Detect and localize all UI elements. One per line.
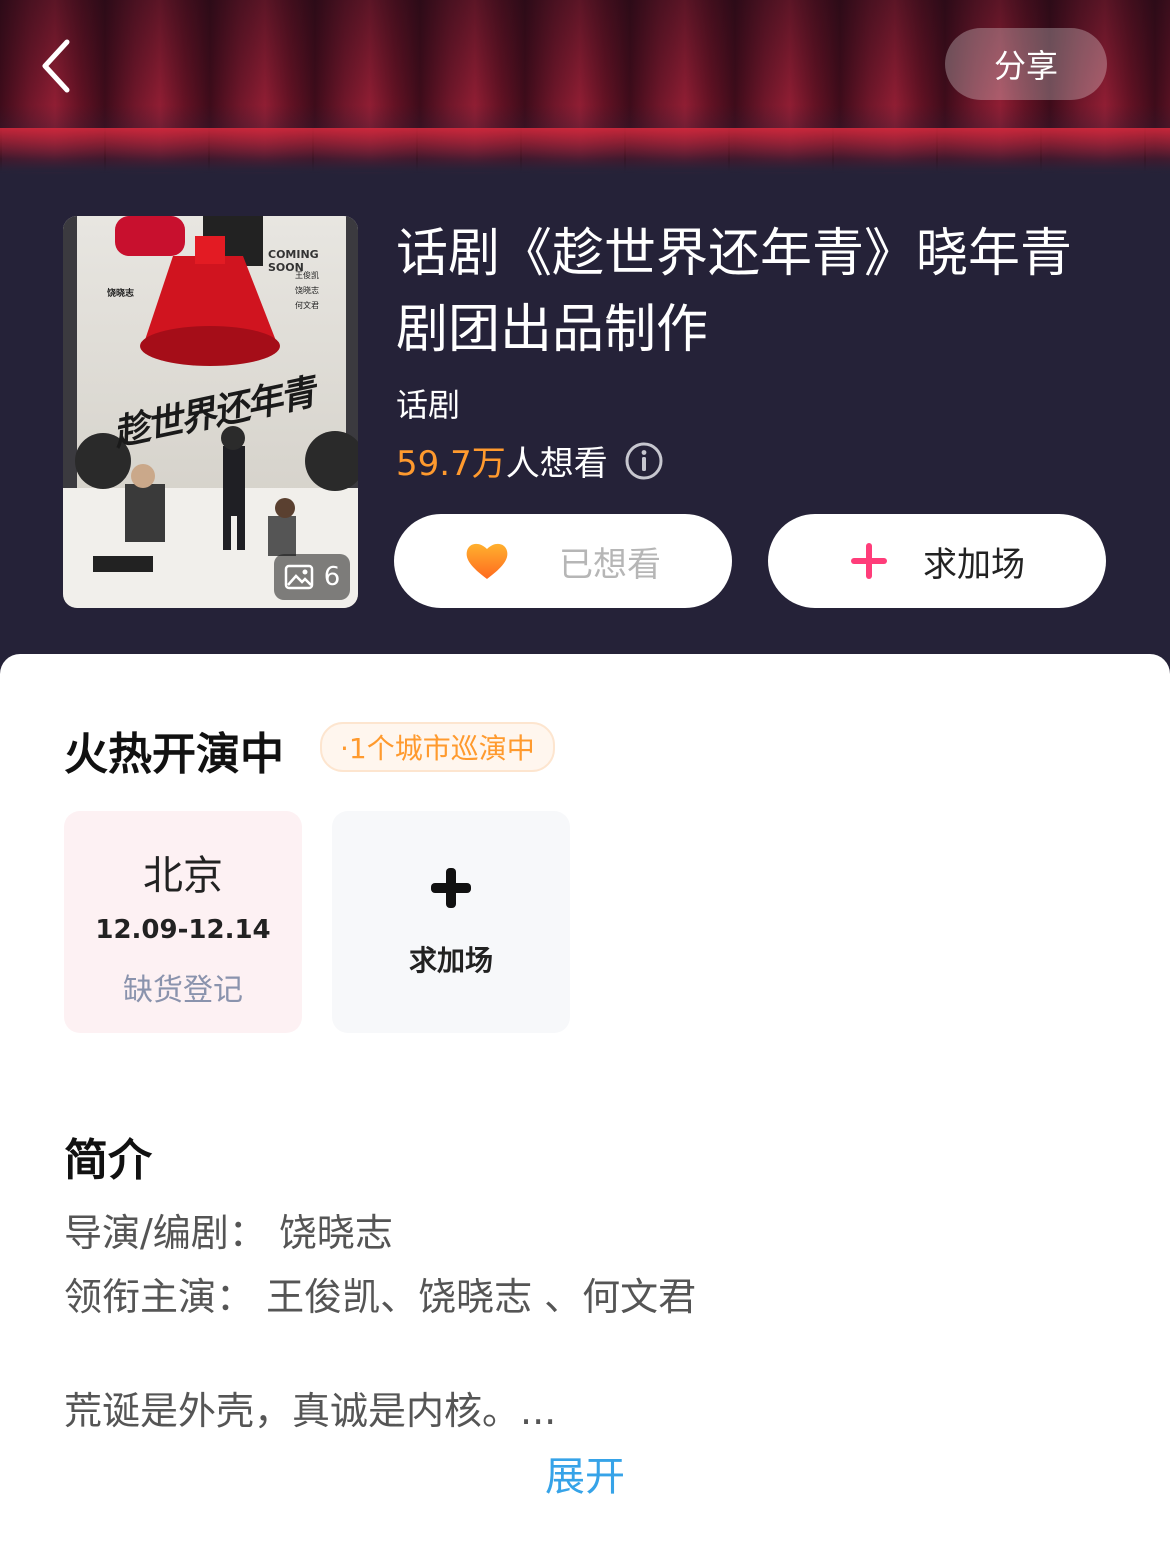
request-city-card[interactable]: 求加场 — [332, 811, 570, 1033]
wanted-button-label: 已想看 — [559, 544, 661, 585]
intro-summary: 荒诞是外壳，真诚是内核。... — [64, 1389, 557, 1433]
request-more-shows-button[interactable]: 求加场 — [768, 514, 1106, 608]
plus-icon — [431, 868, 471, 908]
want-count-label: 人想看 — [505, 444, 608, 484]
image-icon — [284, 564, 313, 590]
want-count: 59.7万 — [396, 444, 506, 484]
image-count-badge[interactable]: 6 — [274, 554, 350, 600]
expand-link[interactable]: 展开 — [0, 1444, 1170, 1502]
content-panel: 火热开演中 ·1个城市巡演中 北京 12.09-12.14 缺货登记 求加场 简… — [0, 654, 1170, 1563]
share-button-label: 分享 — [993, 47, 1058, 85]
director-line: 导演/编剧： 饶晓志 — [64, 1211, 393, 1255]
city-dates: 12.09-12.14 — [95, 915, 271, 945]
request-city-label: 求加场 — [408, 944, 493, 977]
share-button[interactable]: 分享 — [945, 28, 1107, 100]
info-icon[interactable] — [624, 441, 664, 481]
poster-credits: 王俊凯 饶晓志 何文君 — [295, 268, 319, 313]
want-count-row: 59.7万 人想看 — [396, 436, 664, 485]
plus-icon — [851, 543, 887, 579]
poster-director: 饶晓志 — [107, 289, 135, 299]
performing-section-title: 火热开演中 — [64, 729, 284, 780]
show-category: 话剧 — [396, 386, 461, 424]
city-name: 北京 — [143, 853, 223, 899]
poster-credit: 饶晓志 — [295, 286, 319, 295]
request-more-shows-label: 求加场 — [923, 544, 1025, 585]
tour-city-tag: ·1个城市巡演中 — [320, 722, 555, 772]
poster-credit: 何文君 — [295, 301, 319, 310]
show-title: 话剧《趁世界还年青》晓年青剧团出品制作 — [396, 224, 1073, 360]
image-count: 6 — [323, 562, 341, 592]
city-status: 缺货登记 — [123, 973, 243, 1008]
intro-section-title: 简介 — [64, 1135, 152, 1186]
cast-line: 领衔主演： 王俊凯、饶晓志 、何文君 — [64, 1275, 697, 1319]
back-button[interactable] — [28, 34, 84, 98]
city-card-beijing[interactable]: 北京 12.09-12.14 缺货登记 — [64, 811, 302, 1033]
show-poster[interactable]: COMING SOON 饶晓志 王俊凯 饶晓志 何文君 趁世界还年青 6 — [63, 216, 358, 608]
curtain-valance — [0, 128, 1170, 172]
wanted-button[interactable]: 已想看 — [394, 514, 732, 608]
heart-icon — [466, 543, 508, 579]
poster-credit: 王俊凯 — [295, 271, 319, 280]
hero-header: 分享 COMING SOON 饶晓志 王俊凯 饶晓志 何文君 趁世界还年青 6 … — [0, 0, 1170, 700]
chevron-left-icon — [42, 39, 70, 93]
